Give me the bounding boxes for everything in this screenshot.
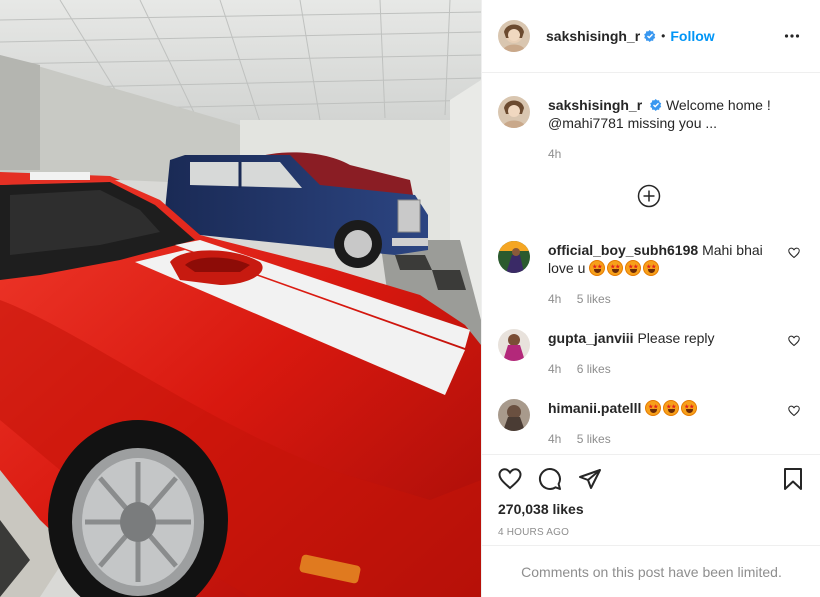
post-timestamp: 4 HOURS AGO xyxy=(498,527,570,538)
bookmark-icon[interactable] xyxy=(781,467,805,491)
cars-garage-image xyxy=(0,0,481,597)
comment-item: official_boy_subh6198 Mahi bhai love u 4… xyxy=(498,241,808,308)
author-avatar[interactable] xyxy=(498,96,530,128)
comment-item: himanii.patelll 4h 5 likes xyxy=(498,399,808,448)
like-comment-icon[interactable] xyxy=(788,335,800,347)
commenter-avatar[interactable] xyxy=(498,329,530,361)
comment-username[interactable]: official_boy_subh6198 xyxy=(548,242,698,258)
post-actions: 270,038 likes 4 HOURS AGO xyxy=(482,454,820,545)
comment-username[interactable]: gupta_janviii xyxy=(548,330,634,346)
commenter-avatar[interactable] xyxy=(498,399,530,431)
comment-time: 4h xyxy=(548,292,562,306)
comment-item: gupta_janviii Please reply 4h 6 likes xyxy=(498,329,808,378)
post-photo[interactable] xyxy=(0,0,481,597)
like-comment-icon[interactable] xyxy=(788,247,800,259)
author-avatar[interactable] xyxy=(498,20,530,52)
commenter-avatar[interactable] xyxy=(498,241,530,273)
heart-icon[interactable] xyxy=(498,467,522,491)
caption-time: 4h xyxy=(548,147,562,161)
caption: sakshisingh_r Welcome home ! @mahi7781 m… xyxy=(498,96,808,163)
likes-count[interactable]: 270,038 likes xyxy=(498,501,584,517)
comment-time: 4h xyxy=(548,362,562,376)
comment-icon[interactable] xyxy=(538,467,562,491)
author-username[interactable]: sakshisingh_r xyxy=(546,28,640,44)
comments-limited-notice: Comments on this post have been limited. xyxy=(482,545,820,597)
like-comment-icon[interactable] xyxy=(788,405,800,417)
heart-eyes-emoji xyxy=(645,400,699,416)
share-icon[interactable] xyxy=(578,467,602,491)
heart-eyes-emoji xyxy=(589,260,661,276)
caption-username[interactable]: sakshisingh_r xyxy=(548,97,642,113)
post-header: sakshisingh_r • Follow xyxy=(482,0,820,73)
comment-time: 4h xyxy=(548,432,562,446)
separator-dot: • xyxy=(661,29,666,43)
comment-likes[interactable]: 5 likes xyxy=(577,432,611,446)
comment-username[interactable]: himanii.patelll xyxy=(548,400,641,416)
load-more-comments-icon[interactable] xyxy=(637,184,661,208)
verified-badge-icon xyxy=(650,99,662,111)
post-side-panel: sakshisingh_r • Follow sakshisingh_r Wel… xyxy=(481,0,820,597)
comment-likes[interactable]: 6 likes xyxy=(577,362,611,376)
comment-likes[interactable]: 5 likes xyxy=(577,292,611,306)
follow-button[interactable]: Follow xyxy=(670,28,714,44)
verified-badge-icon xyxy=(644,30,656,42)
comments-list[interactable]: sakshisingh_r Welcome home ! @mahi7781 m… xyxy=(482,74,820,454)
comment-text: Please reply xyxy=(637,330,715,346)
more-options-icon[interactable] xyxy=(784,28,800,44)
